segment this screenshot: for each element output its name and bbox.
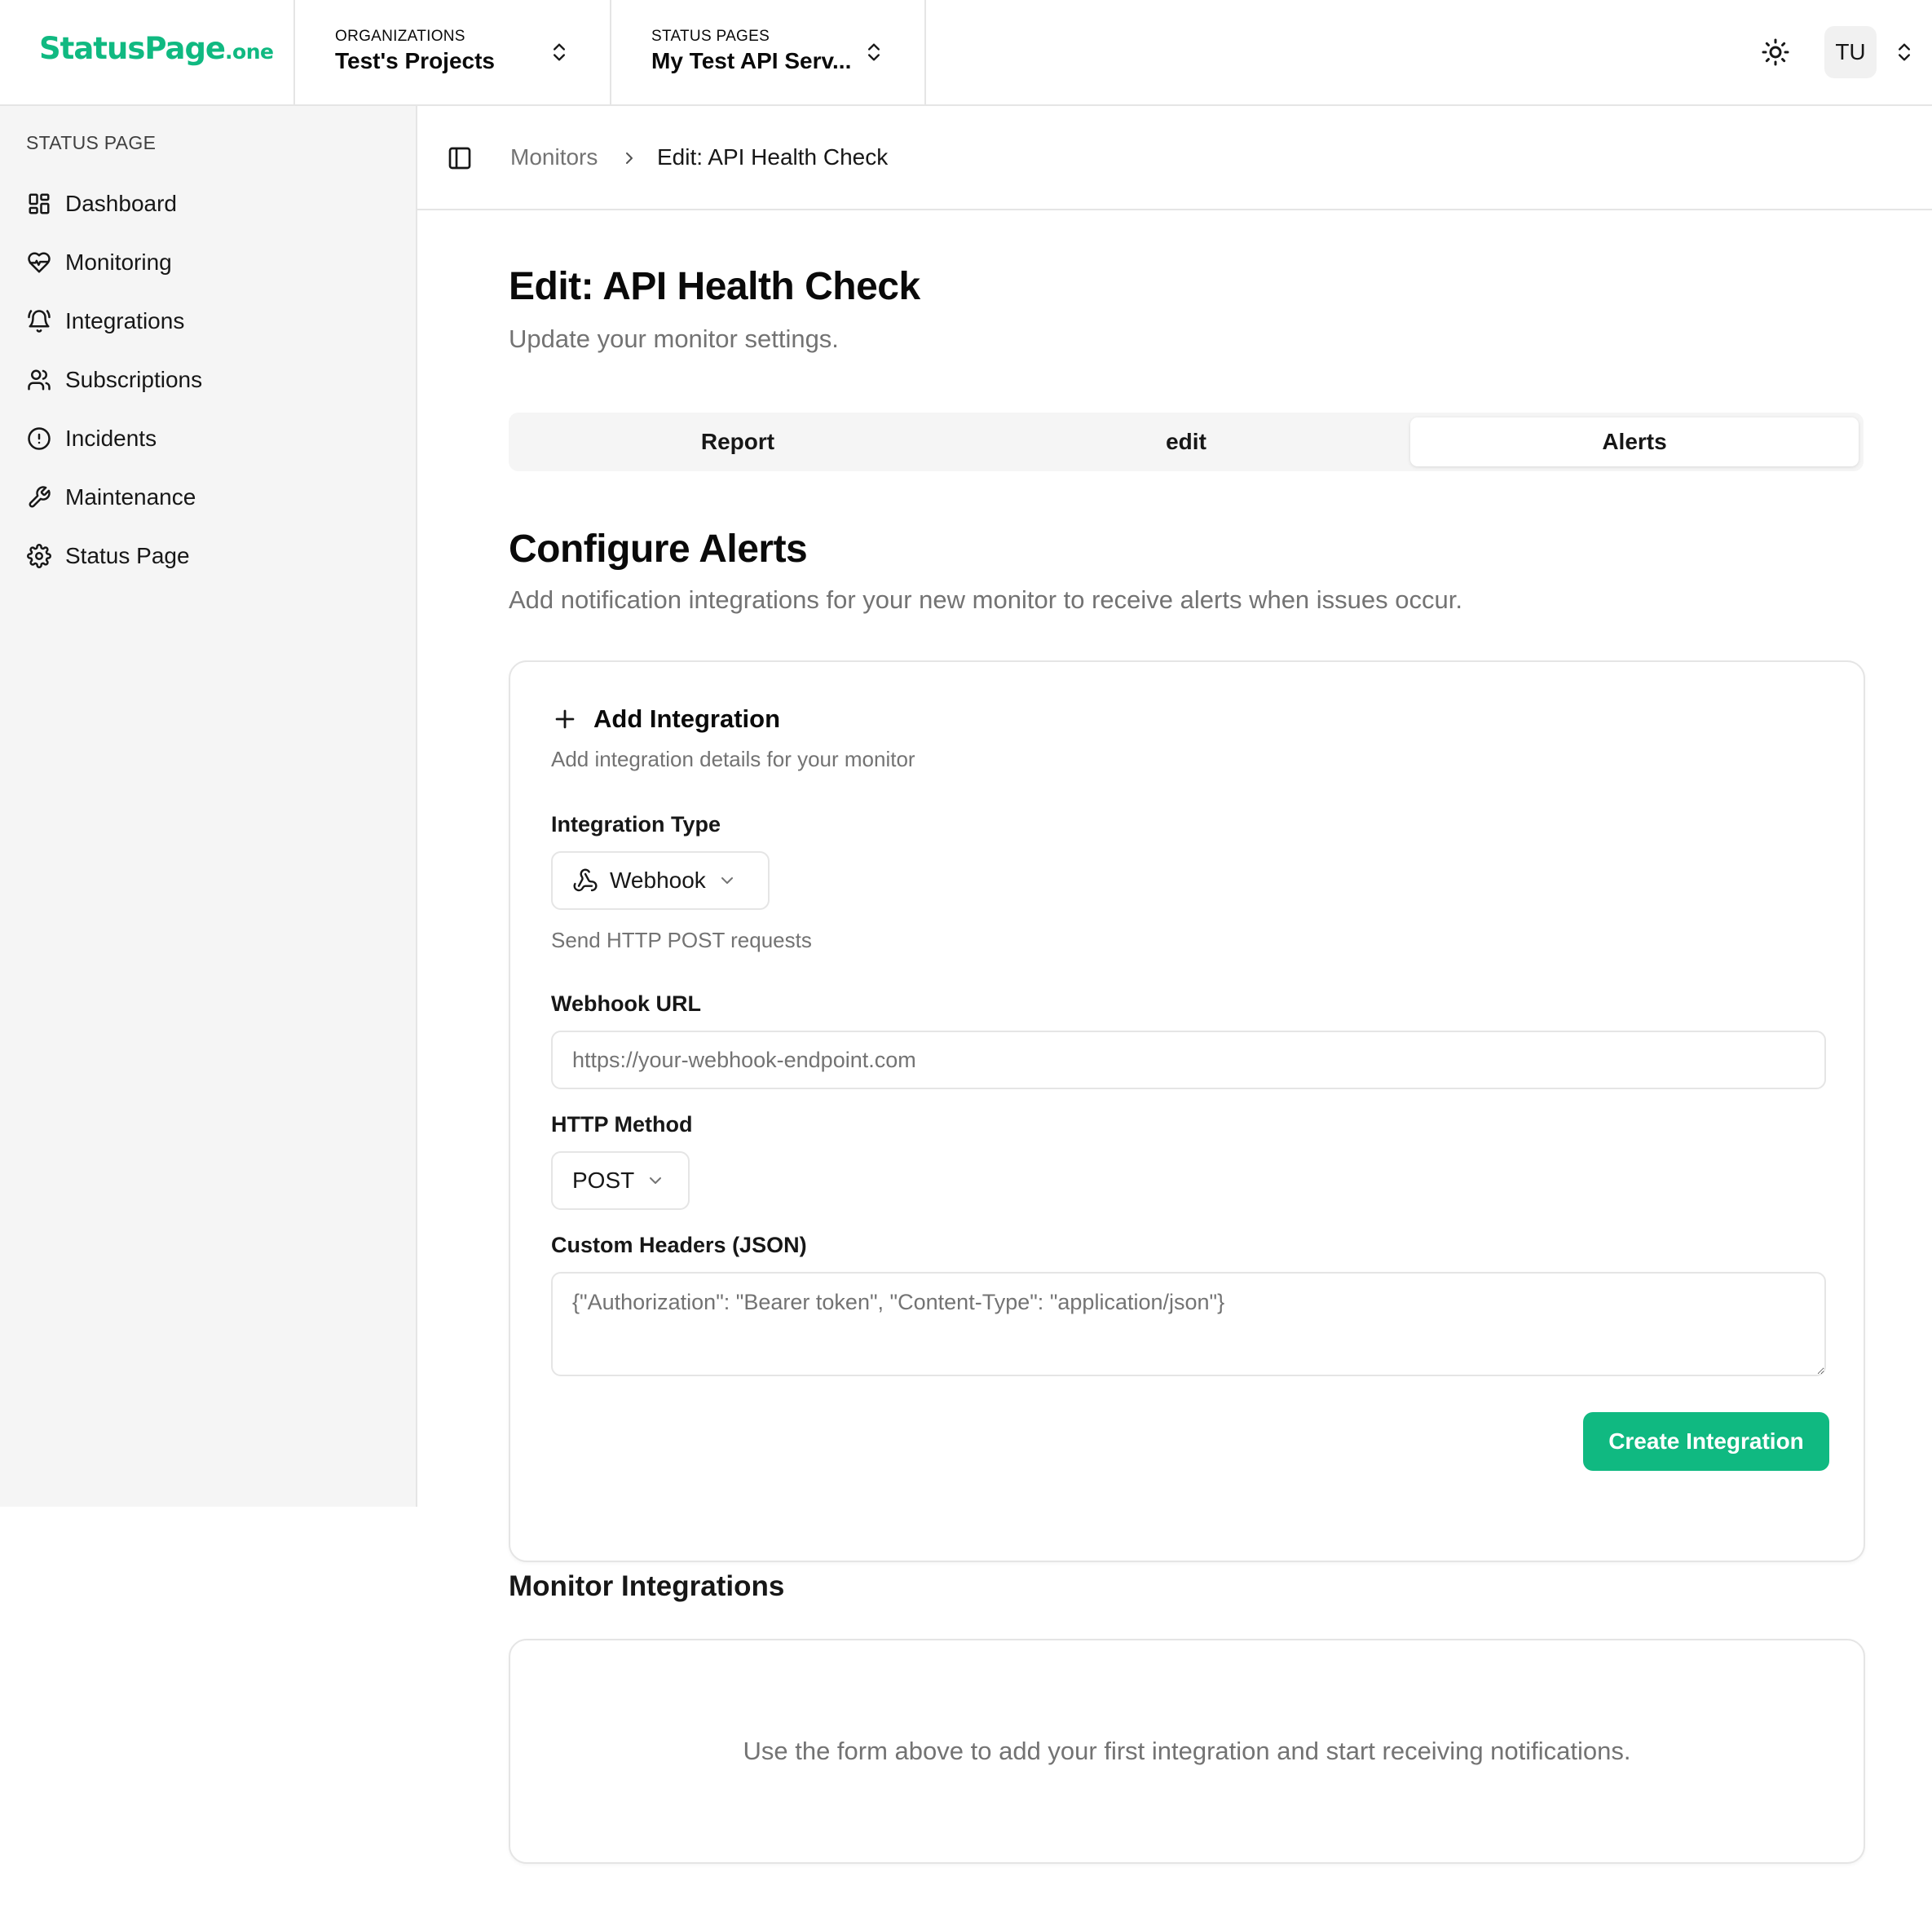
configure-alerts-title: Configure Alerts bbox=[509, 528, 808, 571]
brand-suffix: .one bbox=[225, 40, 274, 64]
webhook-url-input[interactable] bbox=[551, 1031, 1826, 1089]
chevrons-up-down-icon[interactable] bbox=[1893, 38, 1916, 67]
sidebar-item-status-page[interactable]: Status Page bbox=[26, 527, 401, 585]
top-bar: StatusPage.one ORGANIZATIONS Test's Proj… bbox=[0, 0, 1932, 106]
breadcrumb-monitors-link[interactable]: Monitors bbox=[510, 144, 598, 170]
sidebar-item-integrations[interactable]: Integrations bbox=[26, 292, 401, 351]
status-page-caption: STATUS PAGES bbox=[651, 28, 770, 45]
add-integration-title: Add Integration bbox=[593, 704, 781, 733]
sidebar-toggle-icon[interactable] bbox=[447, 145, 473, 171]
monitor-integrations-empty-state: Use the form above to add your first int… bbox=[509, 1639, 1865, 1864]
tab-alerts[interactable]: Alerts bbox=[1410, 417, 1859, 466]
brand-logo[interactable]: StatusPage.one bbox=[39, 31, 274, 66]
chevron-right-icon bbox=[620, 147, 639, 170]
organization-name: Test's Projects bbox=[335, 48, 495, 73]
user-avatar[interactable]: TU bbox=[1824, 26, 1877, 78]
users-icon bbox=[26, 367, 52, 393]
sidebar-item-subscriptions[interactable]: Subscriptions bbox=[26, 351, 401, 409]
heart-pulse-icon bbox=[26, 249, 52, 276]
webhook-icon bbox=[572, 867, 598, 894]
http-method-value: POST bbox=[572, 1168, 635, 1193]
add-integration-card: Add Integration Add integration details … bbox=[509, 660, 1865, 1562]
status-page-switcher[interactable]: STATUS PAGES My Test API Serv... bbox=[610, 0, 926, 104]
sidebar-item-label: Incidents bbox=[65, 426, 157, 451]
integration-type-label: Integration Type bbox=[551, 812, 721, 837]
tab-edit[interactable]: edit bbox=[962, 417, 1410, 466]
integration-type-help: Send HTTP POST requests bbox=[551, 928, 812, 952]
empty-state-text: Use the form above to add your first int… bbox=[743, 1737, 1631, 1765]
http-method-label: HTTP Method bbox=[551, 1112, 693, 1137]
custom-headers-label: Custom Headers (JSON) bbox=[551, 1233, 807, 1257]
sidebar-item-label: Dashboard bbox=[65, 191, 177, 216]
sidebar-section-caption: STATUS PAGE bbox=[26, 132, 157, 153]
chevrons-up-down-icon bbox=[548, 38, 571, 67]
status-page-name: My Test API Serv... bbox=[651, 48, 852, 73]
add-integration-subtitle: Add integration details for your monitor bbox=[551, 747, 915, 771]
sidebar-item-label: Subscriptions bbox=[65, 367, 203, 392]
bell-ring-icon bbox=[26, 308, 52, 334]
custom-headers-textarea[interactable] bbox=[551, 1272, 1826, 1376]
dashboard-icon bbox=[26, 191, 52, 217]
chevrons-up-down-icon bbox=[862, 38, 885, 67]
monitor-tabs: Report edit Alerts bbox=[509, 413, 1864, 471]
webhook-url-label: Webhook URL bbox=[551, 991, 701, 1016]
page-title: Edit: API Health Check bbox=[509, 265, 920, 308]
sidebar-item-label: Integrations bbox=[65, 308, 185, 333]
sidebar-item-incidents[interactable]: Incidents bbox=[26, 409, 401, 468]
brand-name: StatusPage bbox=[39, 31, 226, 66]
sidebar-item-label: Maintenance bbox=[65, 484, 196, 510]
chevron-down-icon bbox=[646, 1171, 665, 1190]
alert-circle-icon bbox=[26, 426, 52, 452]
integration-type-select[interactable]: Webhook bbox=[551, 851, 770, 910]
page-subtitle: Update your monitor settings. bbox=[509, 324, 839, 353]
organization-caption: ORGANIZATIONS bbox=[335, 28, 465, 45]
plus-icon bbox=[551, 705, 579, 733]
sidebar-item-maintenance[interactable]: Maintenance bbox=[26, 468, 401, 527]
gear-icon bbox=[26, 543, 52, 569]
tab-report[interactable]: Report bbox=[514, 417, 962, 466]
http-method-select[interactable]: POST bbox=[551, 1151, 690, 1210]
breadcrumb: Monitors Edit: API Health Check bbox=[417, 106, 1932, 210]
sidebar-item-monitoring[interactable]: Monitoring bbox=[26, 233, 401, 292]
sun-icon[interactable] bbox=[1761, 38, 1790, 67]
monitor-integrations-title: Monitor Integrations bbox=[509, 1570, 785, 1602]
create-integration-button[interactable]: Create Integration bbox=[1583, 1412, 1829, 1471]
integration-type-value: Webhook bbox=[610, 867, 706, 893]
sidebar: STATUS PAGE Dashboard Monitoring Integra… bbox=[0, 106, 417, 1507]
sidebar-item-dashboard[interactable]: Dashboard bbox=[26, 174, 401, 233]
sidebar-item-label: Monitoring bbox=[65, 249, 172, 275]
sidebar-item-label: Status Page bbox=[65, 543, 190, 568]
add-integration-header: Add Integration bbox=[551, 704, 780, 734]
wrench-icon bbox=[26, 484, 52, 510]
breadcrumb-current: Edit: API Health Check bbox=[657, 144, 889, 170]
organization-switcher[interactable]: ORGANIZATIONS Test's Projects bbox=[293, 0, 610, 104]
sidebar-nav: Dashboard Monitoring Integrations Subscr… bbox=[26, 174, 401, 585]
configure-alerts-subtitle: Add notification integrations for your n… bbox=[509, 585, 1462, 614]
chevron-down-icon bbox=[717, 871, 737, 890]
